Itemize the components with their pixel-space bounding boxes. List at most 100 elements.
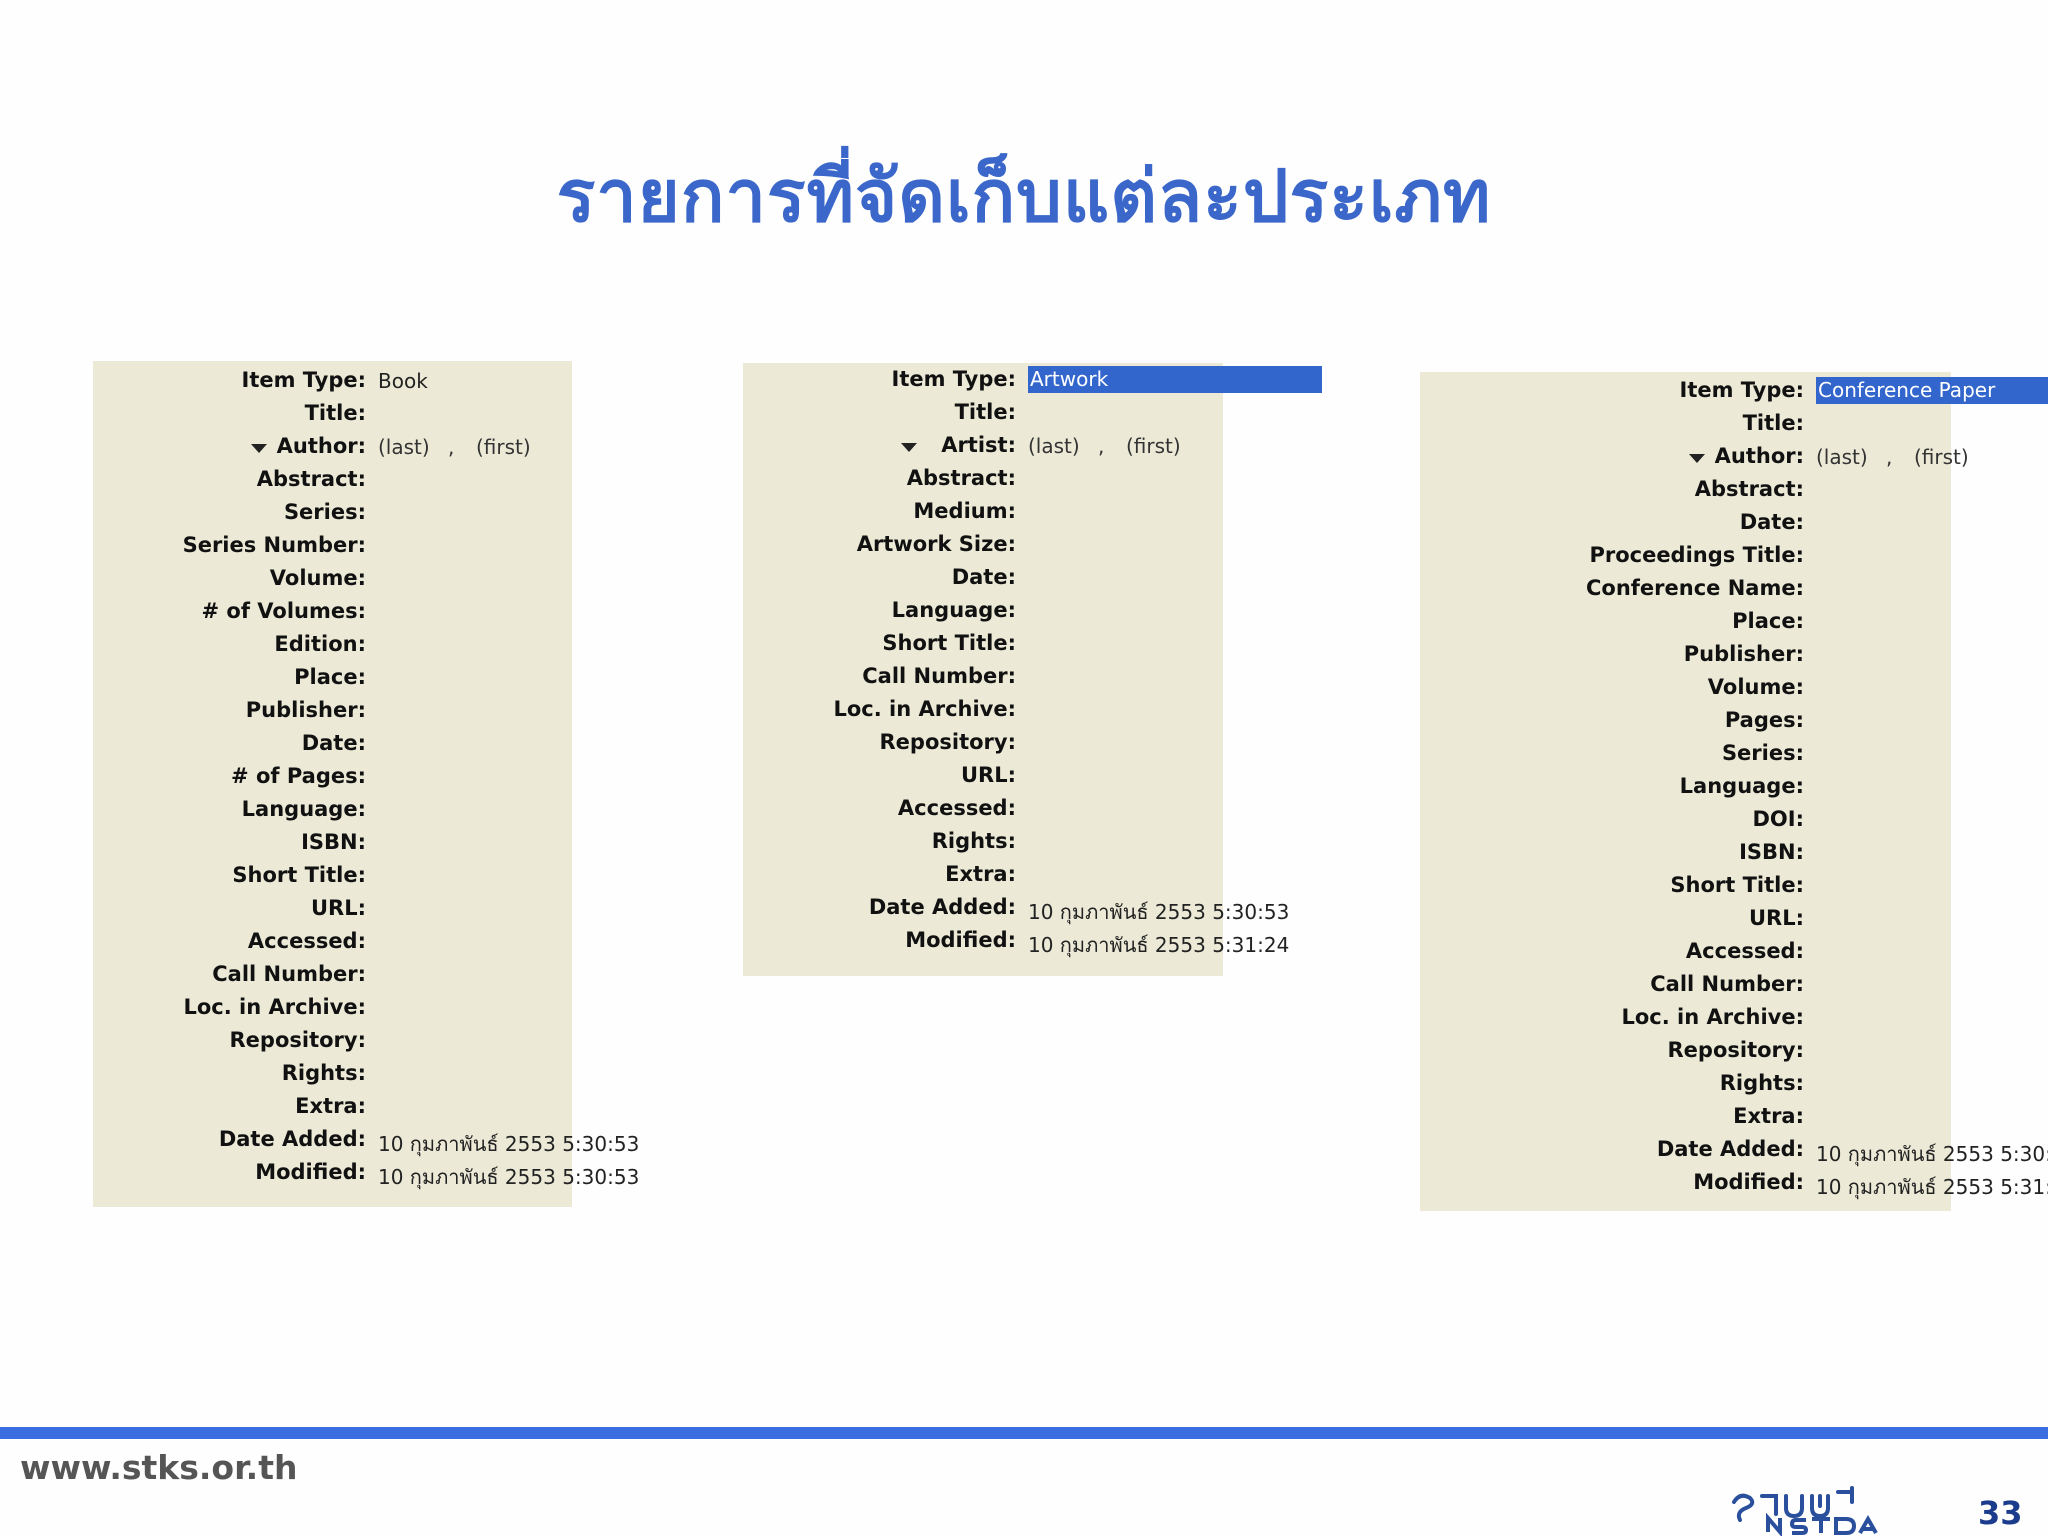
field-value-input[interactable] xyxy=(378,534,558,558)
field-value-input[interactable] xyxy=(1028,401,1208,425)
field-label: Author: xyxy=(1714,444,1804,468)
item-type-value[interactable]: Conference Paper xyxy=(1816,377,2048,404)
creator-last-name[interactable]: (last) xyxy=(1028,434,1080,458)
field-label: Modified: xyxy=(255,1160,366,1184)
field-value-input[interactable] xyxy=(1028,731,1208,755)
field-label: Loc. in Archive: xyxy=(183,995,366,1019)
field-row: Call Number: xyxy=(93,962,572,995)
field-value-input[interactable] xyxy=(378,864,558,888)
field-value-input[interactable] xyxy=(378,897,558,921)
field-label: Title: xyxy=(1742,411,1804,435)
field-row: Pages: xyxy=(1420,708,1951,741)
field-value-input[interactable] xyxy=(1816,841,1996,865)
field-value-input[interactable] xyxy=(378,699,558,723)
field-label: Title: xyxy=(954,400,1016,424)
field-value-input[interactable] xyxy=(1816,478,1996,502)
field-label: Rights: xyxy=(1719,1071,1804,1095)
field-label: Repository: xyxy=(1667,1038,1804,1062)
creator-last-name[interactable]: (last) xyxy=(1816,445,1868,469)
field-value-input[interactable] xyxy=(1816,412,1996,436)
field-row: Accessed: xyxy=(743,796,1223,829)
field-value-input[interactable] xyxy=(1028,632,1208,656)
field-label: Loc. in Archive: xyxy=(833,697,1016,721)
field-value-input[interactable] xyxy=(1816,511,1996,535)
field-value-input[interactable] xyxy=(1816,544,1996,568)
slide-title: รายการที่จัดเก็บแต่ละประเภท xyxy=(556,154,1492,238)
field-label: Edition: xyxy=(274,632,366,656)
footer-url[interactable]: www.stks.or.th xyxy=(20,1448,297,1487)
field-value-input[interactable] xyxy=(1028,500,1208,524)
field-value-input[interactable] xyxy=(378,798,558,822)
field-value-input[interactable] xyxy=(1816,775,1996,799)
field-value-input[interactable] xyxy=(378,963,558,987)
field-row: Repository: xyxy=(93,1028,572,1061)
field-value-input[interactable] xyxy=(378,831,558,855)
field-value-input[interactable] xyxy=(1816,577,1996,601)
field-value-input[interactable] xyxy=(378,633,558,657)
field-label: Date: xyxy=(1739,510,1804,534)
field-label: Place: xyxy=(1732,609,1804,633)
field-value-input[interactable] xyxy=(1816,643,1996,667)
field-label: Title: xyxy=(304,401,366,425)
field-value-input[interactable] xyxy=(378,1062,558,1086)
field-value-input[interactable] xyxy=(1816,742,1996,766)
field-value-input[interactable] xyxy=(1816,1039,1996,1063)
field-value-input[interactable] xyxy=(1028,830,1208,854)
expand-triangle-icon[interactable] xyxy=(251,444,267,453)
field-label: Short Title: xyxy=(882,631,1016,655)
field-value-input[interactable] xyxy=(1028,533,1208,557)
field-value-input[interactable] xyxy=(1816,676,1996,700)
item-type-value[interactable]: Book xyxy=(378,369,428,393)
creator-first-name[interactable]: (first) xyxy=(476,435,531,459)
field-value-input[interactable] xyxy=(378,666,558,690)
item-type-value[interactable]: Artwork xyxy=(1028,366,1322,393)
field-value-input[interactable] xyxy=(1028,665,1208,689)
creator-first-name[interactable]: (first) xyxy=(1914,445,1969,469)
field-value-input[interactable] xyxy=(378,468,558,492)
field-value-input[interactable] xyxy=(1028,863,1208,887)
field-value-input[interactable] xyxy=(1028,467,1208,491)
field-value-input[interactable] xyxy=(1816,1105,1996,1129)
field-label: Item Type: xyxy=(1679,378,1804,402)
field-value-input[interactable] xyxy=(1816,874,1996,898)
field-label: Modified: xyxy=(905,928,1016,952)
field-value-input[interactable] xyxy=(1028,764,1208,788)
field-label: Short Title: xyxy=(1670,873,1804,897)
field-value-input[interactable] xyxy=(378,567,558,591)
field-value-input[interactable] xyxy=(1028,566,1208,590)
field-row: Publisher: xyxy=(93,698,572,731)
field-value-input[interactable] xyxy=(378,501,558,525)
field-value-input[interactable] xyxy=(1816,907,1996,931)
field-value-input[interactable] xyxy=(1816,1072,1996,1096)
field-value-input[interactable] xyxy=(378,402,558,426)
field-value-input[interactable] xyxy=(1028,698,1208,722)
field-value-input[interactable] xyxy=(378,732,558,756)
field-label: URL: xyxy=(960,763,1016,787)
field-value-input[interactable] xyxy=(1816,973,1996,997)
field-value-input[interactable] xyxy=(1816,1006,1996,1030)
field-value-input[interactable] xyxy=(1028,797,1208,821)
field-row: Loc. in Archive: xyxy=(93,995,572,1028)
nstda-logo xyxy=(1732,1486,1878,1536)
field-row: URL: xyxy=(743,763,1223,796)
field-value-input[interactable] xyxy=(378,1095,558,1119)
field-value-input[interactable] xyxy=(1816,808,1996,832)
field-value-input[interactable] xyxy=(378,930,558,954)
field-value-input[interactable] xyxy=(1816,709,1996,733)
field-label: Volume: xyxy=(1707,675,1804,699)
modified-row: Modified: 10 กุมภาพันธ์ 2553 5:31:43 xyxy=(1420,1170,2048,1203)
field-value-input[interactable] xyxy=(378,600,558,624)
field-row: Title: xyxy=(93,401,572,434)
creator-last-name[interactable]: (last) xyxy=(378,435,430,459)
creator-first-name[interactable]: (first) xyxy=(1126,434,1181,458)
field-label: Abstract: xyxy=(906,466,1016,490)
field-value-input[interactable] xyxy=(1816,940,1996,964)
field-value-input[interactable] xyxy=(378,996,558,1020)
field-value-input[interactable] xyxy=(378,1029,558,1053)
expand-triangle-icon[interactable] xyxy=(901,443,917,452)
field-value-input[interactable] xyxy=(1816,610,1996,634)
field-value-input[interactable] xyxy=(1028,599,1208,623)
field-row: Rights: xyxy=(93,1061,572,1094)
expand-triangle-icon[interactable] xyxy=(1689,454,1705,463)
field-value-input[interactable] xyxy=(378,765,558,789)
